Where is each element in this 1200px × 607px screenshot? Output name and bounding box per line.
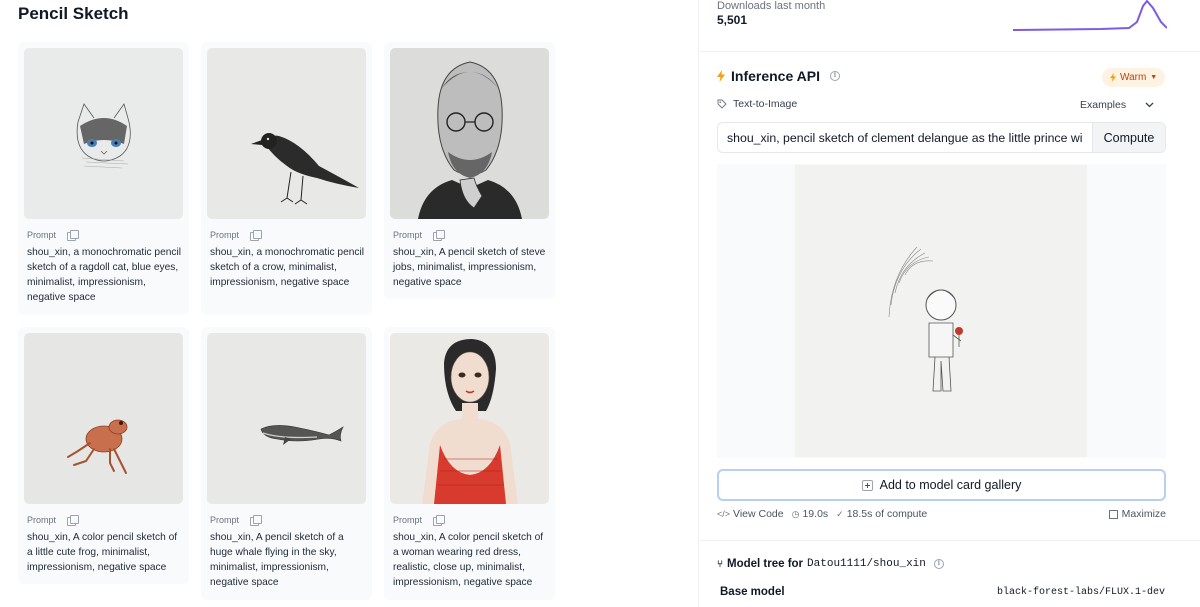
- copy-icon[interactable]: [433, 230, 446, 241]
- info-icon[interactable]: [933, 558, 944, 569]
- model-tree-title: Model tree for: [727, 558, 804, 570]
- gallery-image-whale[interactable]: [207, 333, 366, 504]
- prompt-label: Prompt: [393, 515, 423, 525]
- prompt-text: shou_xin, A color pencil sketch of a wom…: [393, 532, 544, 588]
- base-model-link[interactable]: black-forest-labs/FLUX.1-dev: [997, 587, 1165, 598]
- model-sidebar: Downloads last month 5,501 Inference API…: [698, 0, 1200, 607]
- generated-image[interactable]: [795, 165, 1087, 457]
- downloads-sparkline: [1012, 0, 1167, 31]
- time-readout: ◷ 19.0s: [791, 508, 829, 520]
- task-label: Text-to-Image: [733, 98, 798, 110]
- gallery-image-frog[interactable]: [24, 333, 183, 504]
- prompt-text: shou_xin, a monochromatic pencil sketch …: [27, 247, 182, 303]
- output-panel: [717, 164, 1166, 458]
- copy-icon[interactable]: [67, 230, 80, 241]
- copy-icon[interactable]: [250, 230, 263, 241]
- prompt-label: Prompt: [27, 515, 57, 525]
- prompt-text: shou_xin, a monochromatic pencil sketch …: [210, 247, 365, 288]
- prompt-label: Prompt: [393, 230, 423, 240]
- model-repo-name: Datou1111/shou_xin: [807, 558, 926, 570]
- gallery-image-woman[interactable]: [390, 333, 549, 504]
- copy-icon[interactable]: [250, 515, 263, 526]
- lightning-icon: [717, 70, 725, 82]
- chevron-down-icon: ▼: [1150, 74, 1158, 81]
- examples-label: Examples: [1080, 99, 1127, 111]
- prompt-text: shou_xin, A color pencil sketch of a lit…: [27, 532, 178, 573]
- gallery-card[interactable]: Prompt shou_xin, A color pencil sketch o…: [18, 327, 189, 584]
- examples-dropdown[interactable]: Examples: [1068, 94, 1166, 116]
- prompt-text: shou_xin, A pencil sketch of a huge whal…: [210, 532, 344, 588]
- prompt-input[interactable]: [718, 123, 1092, 152]
- info-icon[interactable]: [829, 70, 840, 81]
- compute-time-readout: ✓ 18.5s of compute: [836, 508, 928, 520]
- plus-icon: [861, 479, 873, 491]
- gallery-card[interactable]: Prompt shou_xin, A color pencil sketch o…: [384, 327, 555, 600]
- maximize-button[interactable]: Maximize: [1108, 508, 1166, 520]
- lightning-icon: [1110, 73, 1116, 82]
- prompt-text: shou_xin, A pencil sketch of steve jobs,…: [393, 247, 546, 288]
- view-code-link[interactable]: </> View Code: [717, 508, 784, 520]
- prompt-label: Prompt: [210, 230, 240, 240]
- gallery-image-portrait[interactable]: [390, 48, 549, 219]
- code-icon: </>: [717, 509, 731, 519]
- inference-api-title: Inference API: [731, 68, 820, 84]
- prompt-input-group: Compute: [717, 122, 1166, 153]
- clock-icon: ◷: [791, 508, 800, 519]
- divider: [699, 540, 1200, 541]
- gallery-card[interactable]: Prompt shou_xin, A pencil sketch of stev…: [384, 42, 555, 299]
- add-to-gallery-button[interactable]: Add to model card gallery: [717, 469, 1166, 501]
- copy-icon[interactable]: [67, 515, 80, 526]
- gallery-image-cat[interactable]: [24, 48, 183, 219]
- prompt-label: Prompt: [210, 515, 240, 525]
- status-badge[interactable]: Warm ▼: [1102, 68, 1166, 87]
- gallery-section: Pencil Sketch Prompt shou_xin, a monochr…: [0, 0, 698, 607]
- gallery-card[interactable]: Prompt shou_xin, A pencil sketch of a hu…: [201, 327, 372, 600]
- status-label: Warm: [1120, 72, 1147, 83]
- divider: [699, 51, 1200, 52]
- gallery-title: Pencil Sketch: [18, 4, 129, 23]
- compute-button[interactable]: Compute: [1092, 123, 1165, 152]
- model-tree-icon: ⑂: [717, 558, 723, 570]
- chevron-down-icon: [1145, 102, 1154, 108]
- add-to-gallery-label: Add to model card gallery: [879, 478, 1022, 492]
- gallery-card[interactable]: Prompt shou_xin, a monochromatic pencil …: [18, 42, 189, 315]
- copy-icon[interactable]: [433, 515, 446, 526]
- gallery-image-crow[interactable]: [207, 48, 366, 219]
- maximize-icon: [1108, 509, 1118, 519]
- downloads-count: 5,501: [717, 13, 748, 27]
- gallery-card[interactable]: Prompt shou_xin, a monochromatic pencil …: [201, 42, 372, 315]
- base-model-label: Base model: [720, 586, 785, 598]
- prompt-label: Prompt: [27, 230, 57, 240]
- tag-icon: [717, 99, 727, 109]
- check-icon: ✓: [836, 508, 844, 519]
- downloads-label: Downloads last month: [717, 0, 826, 12]
